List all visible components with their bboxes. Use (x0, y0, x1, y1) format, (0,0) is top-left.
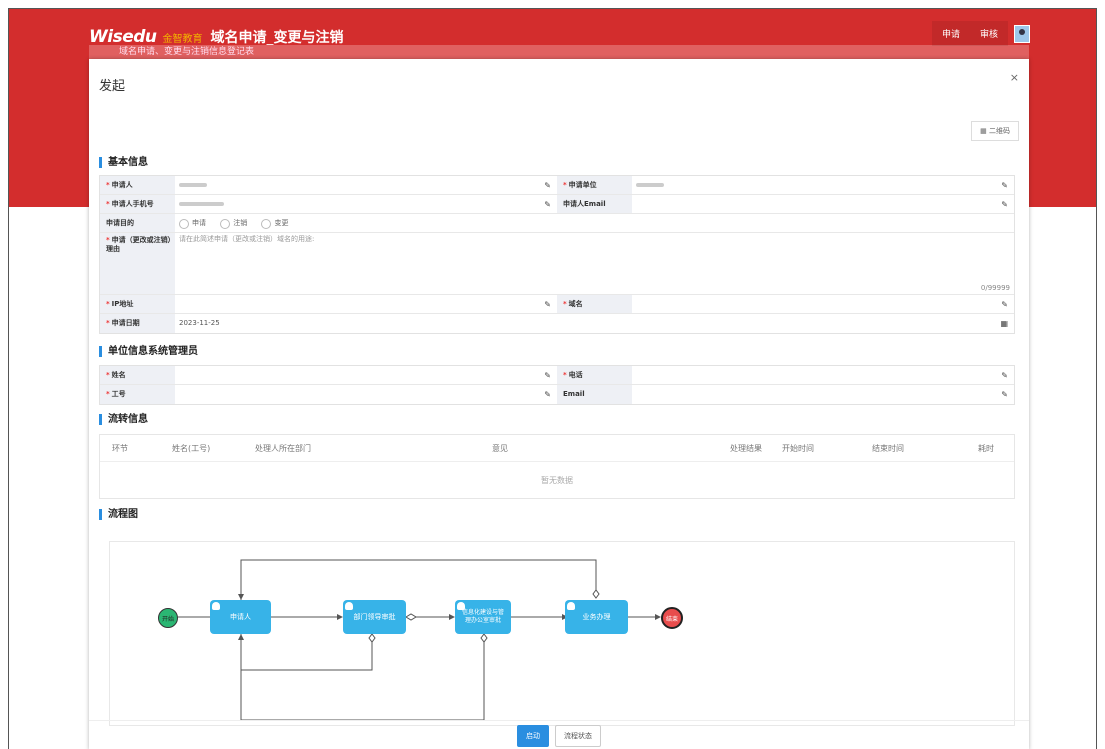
email-field[interactable]: ✎ (632, 195, 1014, 213)
brand: Wisedu 金智教育 域名申请_变更与注销 (89, 21, 344, 47)
avatar[interactable] (1014, 24, 1030, 43)
section-admin: 单位信息系统管理员 (99, 346, 198, 357)
admin-name-label: 姓名 (100, 366, 175, 384)
basic-info-form: 申请人 ✎ 申请单位 ✎ 申请人手机号 ✎ 申请人Email ✎ 申请目的 申请… (99, 175, 1015, 334)
user-icon (212, 602, 220, 610)
admin-email-field[interactable]: ✎ (632, 385, 1014, 404)
flow-edges (178, 559, 661, 721)
col-step: 环节 (112, 443, 128, 453)
end-node[interactable]: 结束 (661, 607, 683, 629)
dialog-footer: 启动 流程状态 (89, 720, 1029, 749)
admin-phone-field[interactable]: ✎ (632, 366, 1014, 384)
user-icon (457, 602, 465, 610)
phone-field[interactable]: ✎ (175, 195, 557, 213)
node-business-handling[interactable]: 业务办理 (565, 600, 628, 634)
ip-label: IP地址 (100, 295, 175, 313)
col-duration: 耗时 (978, 443, 994, 453)
radio-cancel[interactable]: 注销 (220, 214, 247, 233)
edit-icon: ✎ (1001, 390, 1008, 399)
edit-icon: ✎ (544, 181, 551, 190)
empty-text: 暂无数据 (541, 475, 573, 485)
char-counter: 0/99999 (980, 284, 1010, 292)
unit-field[interactable]: ✎ (632, 176, 1014, 194)
top-nav: 申请 审核 (931, 21, 1030, 46)
user-icon (345, 602, 353, 610)
applicant-field[interactable]: ✎ (175, 176, 557, 194)
close-icon[interactable]: × (1010, 71, 1019, 84)
col-name: 姓名(工号) (172, 443, 211, 453)
applicant-label: 申请人 (100, 176, 175, 194)
date-label: 申请日期 (100, 314, 175, 333)
dialog-title: 发起 (99, 79, 126, 94)
flowchart: 开始 申请人 部门领导审批 信息化建设与管理办公室审批 业务办理 结束 (109, 541, 1015, 726)
section-flowchart: 流程图 (99, 509, 138, 520)
phone-label: 申请人手机号 (100, 195, 175, 213)
admin-id-field[interactable]: ✎ (175, 385, 557, 404)
purpose-radios: 申请 注销 变更 (175, 214, 1014, 232)
table-header: 环节 姓名(工号) 处理人所在部门 意见 处理结果 开始时间 结束时间 耗时 (100, 435, 1014, 462)
logo-cn: 金智教育 (162, 34, 203, 45)
page-subtitle: 域名申请、变更与注销信息登记表 (89, 45, 1029, 59)
reason-textarea[interactable]: 请在此简述申请（更改或注销）域名的用途: 0/99999 (175, 233, 1014, 294)
node-applicant[interactable]: 申请人 (210, 600, 271, 634)
edit-icon: ✎ (1001, 300, 1008, 309)
qr-code-button[interactable]: ▦ 二维码 (971, 121, 1019, 141)
launch-dialog: 发起 × ▦ 二维码 基本信息 申请人 ✎ 申请单位 ✎ 申请人手机号 ✎ 申请… (89, 59, 1029, 749)
radio-change[interactable]: 变更 (261, 214, 288, 233)
domain-field[interactable]: ✎ (632, 295, 1014, 313)
edit-icon: ✎ (544, 390, 551, 399)
circulation-table: 环节 姓名(工号) 处理人所在部门 意见 处理结果 开始时间 结束时间 耗时 暂… (99, 434, 1015, 499)
admin-name-field[interactable]: ✎ (175, 366, 557, 384)
process-status-button[interactable]: 流程状态 (555, 724, 601, 747)
radio-apply[interactable]: 申请 (179, 214, 206, 233)
edit-icon: ✎ (1001, 181, 1008, 190)
col-start: 开始时间 (782, 443, 814, 453)
app-title: 域名申请_变更与注销 (210, 30, 344, 46)
browser-frame: Wisedu 金智教育 域名申请_变更与注销 域名申请、变更与注销信息登记表 申… (8, 8, 1097, 749)
email-label: 申请人Email (557, 195, 632, 213)
edit-icon: ✎ (544, 300, 551, 309)
nav-apply[interactable]: 申请 (931, 21, 970, 46)
start-button[interactable]: 启动 (517, 724, 549, 747)
user-icon (567, 602, 575, 610)
reason-label: 申请（更改或注销）理由 (100, 233, 175, 294)
node-dept-approval[interactable]: 部门领导审批 (343, 600, 406, 634)
edit-icon: ✎ (1001, 200, 1008, 209)
nav-review[interactable]: 审核 (969, 21, 1008, 46)
section-circulation: 流转信息 (99, 414, 148, 425)
col-dept: 处理人所在部门 (255, 443, 311, 453)
node-it-office-approval[interactable]: 信息化建设与管理办公室审批 (455, 600, 511, 634)
edit-icon: ✎ (544, 371, 551, 380)
admin-id-label: 工号 (100, 385, 175, 404)
domain-label: 域名 (557, 295, 632, 313)
col-result: 处理结果 (730, 443, 762, 453)
col-opinion: 意见 (492, 443, 508, 453)
purpose-label: 申请目的 (100, 214, 175, 232)
admin-email-label: Email (557, 385, 632, 404)
date-field[interactable]: 2023-11-25 ▦ (175, 314, 1014, 333)
ip-field[interactable]: ✎ (175, 295, 557, 313)
section-basic-info: 基本信息 (99, 157, 148, 168)
edit-icon: ✎ (1001, 371, 1008, 380)
admin-phone-label: 电话 (557, 366, 632, 384)
edit-icon: ✎ (544, 200, 551, 209)
unit-label: 申请单位 (557, 176, 632, 194)
calendar-icon[interactable]: ▦ (1000, 314, 1008, 333)
admin-form: 姓名 ✎ 电话 ✎ 工号 ✎ Email ✎ (99, 365, 1015, 405)
logo: Wisedu (89, 27, 157, 47)
start-node[interactable]: 开始 (158, 608, 178, 628)
col-end: 结束时间 (872, 443, 904, 453)
